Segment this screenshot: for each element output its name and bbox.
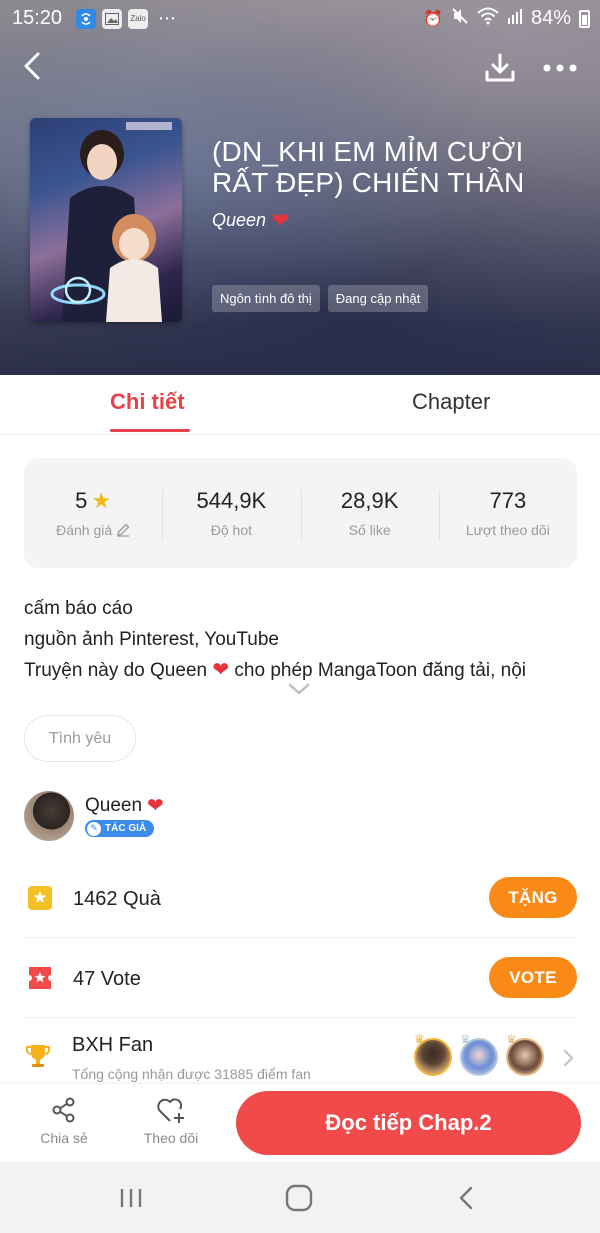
follow-button[interactable]: Theo dõi (131, 1096, 211, 1146)
cover-illustration (50, 122, 172, 322)
gift-icon (28, 886, 52, 910)
status-bar: 15:20 Zalo ⋯ ⏰ 84% (0, 0, 600, 36)
fan-ranking-subtitle: Tổng cộng nhận được 31885 điểm fan (72, 1066, 311, 1082)
vote-count: 47 Vote (73, 968, 141, 990)
stats-card: 5 ★ Đánh giá 544,9K Độ hot 28,9K Số like… (24, 458, 577, 568)
chevron-left-icon (24, 52, 40, 80)
stat-rating-label: Đánh giá (56, 522, 113, 538)
book-cover (30, 118, 182, 322)
stat-hot-value: 544,9K (196, 488, 267, 513)
battery-icon (579, 9, 590, 28)
share-label: Chia sẻ (40, 1130, 88, 1146)
stat-followers-label: Lượt theo dõi (465, 522, 550, 538)
stat-rating[interactable]: 5 ★ Đánh giá (24, 488, 162, 538)
tab-detail[interactable]: Chi tiết (110, 389, 185, 415)
share-icon (52, 1097, 75, 1123)
fan-ranking-title: BXH Fan (72, 1034, 154, 1056)
quill-icon: ✎ (87, 821, 101, 836)
wifi-icon (477, 7, 499, 30)
heart-icon: ❤ (212, 659, 230, 681)
vote-button[interactable]: VOTE (489, 957, 577, 998)
stat-hot-label: Độ hot (210, 522, 252, 538)
system-navigation-bar (0, 1162, 600, 1233)
genre-tags: Ngôn tình đô thị Đang cập nhật (212, 285, 429, 312)
home-icon[interactable] (284, 1184, 314, 1212)
download-button[interactable] (483, 52, 517, 84)
back-button[interactable] (18, 50, 48, 82)
trophy-icon (26, 1045, 50, 1067)
status-system-icons: ⏰ 84% (423, 7, 590, 30)
heart-icon: ❤ (147, 795, 164, 817)
more-options-button[interactable] (540, 58, 580, 78)
crown-icon: ♛ (506, 1032, 517, 1046)
avatar[interactable] (24, 791, 74, 841)
chevron-right-icon (563, 1049, 574, 1067)
follow-label: Theo dõi (143, 1130, 199, 1146)
mute-icon (451, 7, 469, 30)
status-time: 15:20 (12, 7, 63, 29)
signal-icon (507, 8, 523, 29)
book-author-name: Queen (212, 210, 267, 230)
back-nav-icon[interactable] (452, 1184, 482, 1212)
author-name-row[interactable]: Queen ❤ (85, 793, 164, 818)
status-app-icons: Zalo ⋯ (76, 8, 177, 29)
zalo-icon: Zalo (128, 8, 148, 29)
description-text: cho phép MangaToon đăng tải, nội (234, 660, 526, 681)
continue-reading-button[interactable]: Đọc tiếp Chap.2 (236, 1091, 581, 1155)
active-tab-indicator (110, 429, 190, 432)
gift-count: 1462 Quà (73, 888, 161, 910)
stat-likes: 28,9K Số like (300, 488, 439, 540)
battery-level: 84% (530, 7, 571, 29)
crown-icon: ♛ (414, 1032, 425, 1046)
vote-ticket-icon (29, 967, 51, 989)
author-name: Queen (85, 794, 143, 816)
more-notifications-icon: ⋯ (158, 8, 177, 28)
tab-bar: Chi tiết Chapter (0, 375, 600, 435)
stat-rating-value-row: 5 ★ (24, 488, 162, 514)
status-tag: Đang cập nhật (327, 285, 429, 312)
stat-rating-label-row: Đánh giá (24, 522, 162, 538)
download-icon (485, 53, 515, 82)
description-line: nguồn ảnh Pinterest, YouTube (24, 628, 279, 650)
top-fan-avatars: ♛ ♛ ♛ (414, 1032, 544, 1076)
stat-rating-value: 5 (75, 488, 88, 513)
book-author[interactable]: Queen ❤ (212, 208, 289, 233)
bottom-action-bar: Chia sẻ Theo dõi Đọc tiếp Chap.2 (0, 1084, 600, 1162)
recent-apps-icon[interactable] (117, 1184, 147, 1212)
avatar: ♛ (506, 1032, 544, 1076)
author-badge-label: TÁC GIẢ (105, 823, 147, 834)
genre-tag[interactable]: Ngôn tình đô thị (212, 285, 320, 312)
book-header: 15:20 Zalo ⋯ ⏰ 84% (DN_KHI EM MỈM CƯỜI R… (0, 0, 600, 375)
crown-icon: ♛ (460, 1032, 471, 1046)
description-line: cấm báo cáo (24, 598, 133, 619)
stat-followers-value: 773 (489, 488, 527, 513)
description-text: Truyện này do Queen (24, 660, 208, 681)
stat-likes-value: 28,9K (340, 488, 399, 513)
tab-chapter[interactable]: Chapter (412, 389, 490, 415)
avatar: ♛ (460, 1032, 498, 1076)
stat-hot: 544,9K Độ hot (162, 488, 300, 540)
gift-button[interactable]: TẶNG (489, 877, 577, 918)
divider (24, 1017, 577, 1018)
book-description[interactable]: cấm báo cáo nguồn ảnh Pinterest, YouTube… (24, 594, 584, 687)
expand-chevron-down-icon[interactable] (287, 682, 311, 696)
pencil-icon (117, 523, 130, 537)
more-icon (543, 64, 577, 72)
share-button[interactable]: Chia sẻ (24, 1096, 104, 1146)
avatar: ♛ (414, 1032, 452, 1076)
heart-icon: ❤ (272, 210, 289, 232)
alarm-icon: ⏰ (423, 10, 443, 28)
book-title: (DN_KHI EM MỈM CƯỜI RẤT ĐẸP) CHIẾN THẦN (212, 136, 525, 198)
stat-followers: 773 Lượt theo dõi (438, 488, 577, 540)
divider (24, 937, 577, 938)
gallery-icon (102, 8, 122, 29)
stat-likes-label: Số like (348, 522, 391, 538)
star-icon: ★ (91, 488, 112, 513)
genre-pill[interactable]: Tình yêu (24, 715, 136, 762)
author-badge: ✎ TÁC GIẢ (85, 820, 155, 837)
heart-plus-icon (157, 1098, 184, 1123)
wifi-app-icon (76, 8, 96, 29)
